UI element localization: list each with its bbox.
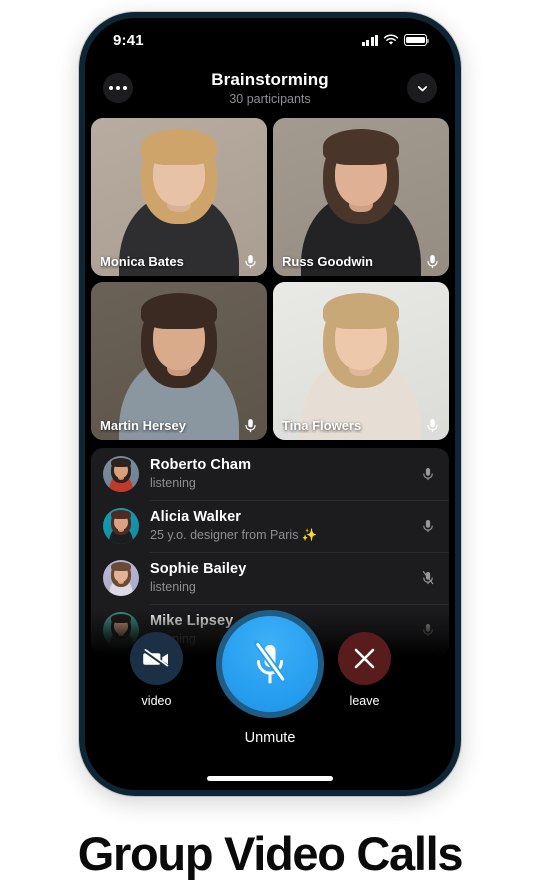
participant-row[interactable]: Roberto Cham listening xyxy=(91,448,449,500)
more-options-button[interactable] xyxy=(103,73,133,103)
leave-button-circle xyxy=(338,632,391,685)
video-tile-name: Monica Bates xyxy=(100,254,184,269)
avatar-roberto-cham xyxy=(103,456,139,492)
collapse-button[interactable] xyxy=(407,73,437,103)
screenshot-root: 9:41 Brainstorming 30 participants Monic… xyxy=(0,0,540,896)
video-tile-image xyxy=(91,118,267,276)
microphone-icon xyxy=(427,255,438,269)
cellular-signal-icon xyxy=(361,34,378,46)
participant-name: Roberto Cham xyxy=(150,457,252,473)
video-tile[interactable]: Martin Hersey xyxy=(91,282,267,440)
leave-button[interactable]: leave xyxy=(338,632,391,708)
microphone-icon xyxy=(245,255,256,269)
chevron-down-icon xyxy=(417,85,427,91)
microphone-icon xyxy=(423,468,433,481)
avatar-alicia-walker xyxy=(103,508,139,544)
participant-status: listening xyxy=(150,476,196,490)
video-toggle-circle xyxy=(130,632,183,685)
microphone-icon xyxy=(423,520,433,533)
wifi-icon xyxy=(383,34,399,45)
microphone-icon xyxy=(245,419,256,433)
mute-button-ring xyxy=(216,610,324,718)
video-toggle-button[interactable]: video xyxy=(130,632,183,708)
video-tile[interactable]: Monica Bates xyxy=(91,118,267,276)
phone-screen: 9:41 Brainstorming 30 participants Monic… xyxy=(85,18,455,790)
video-tile[interactable]: Russ Goodwin xyxy=(273,118,449,276)
participant-text: Sophie Bailey listening xyxy=(150,561,421,595)
participant-count: 30 participants xyxy=(229,91,311,106)
video-tile-name: Tina Flowers xyxy=(282,418,362,433)
mute-button-wrap: Unmute xyxy=(216,610,324,746)
participant-name: Alicia Walker xyxy=(150,509,242,525)
header-titles: Brainstorming 30 participants xyxy=(133,70,407,107)
avatar-sophie-bailey xyxy=(103,560,139,596)
call-header: Brainstorming 30 participants xyxy=(85,64,455,112)
participant-row[interactable]: Alicia Walker 25 y.o. designer from Paris… xyxy=(91,500,449,552)
battery-full-icon xyxy=(404,34,430,46)
marketing-caption: Group Video Calls xyxy=(77,827,464,880)
video-tile-image xyxy=(273,282,449,440)
participant-name: Sophie Bailey xyxy=(150,561,247,577)
microphone-muted-icon xyxy=(253,640,288,684)
video-tile-image xyxy=(273,118,449,276)
participant-status: listening xyxy=(150,580,196,594)
participant-text: Roberto Cham listening xyxy=(150,457,421,491)
more-options-icon xyxy=(109,86,127,90)
status-bar: 9:41 xyxy=(85,18,455,62)
mute-button-label: Unmute xyxy=(244,730,296,746)
participant-status: 25 y.o. designer from Paris ✨ xyxy=(150,528,318,542)
video-off-icon xyxy=(143,648,170,669)
mute-button[interactable] xyxy=(222,616,318,712)
video-tile-image xyxy=(91,282,267,440)
status-time: 9:41 xyxy=(113,31,144,49)
participant-row[interactable]: Sophie Bailey listening xyxy=(91,552,449,604)
video-tile-name: Martin Hersey xyxy=(100,418,186,433)
video-toggle-label: video xyxy=(141,694,172,708)
call-controls: video Unmute leave xyxy=(85,610,455,746)
leave-button-label: leave xyxy=(349,694,380,708)
microphone-muted-icon xyxy=(422,571,434,585)
video-tile-name: Russ Goodwin xyxy=(282,254,373,269)
home-indicator[interactable] xyxy=(207,776,333,781)
status-icons xyxy=(361,34,430,46)
microphone-icon xyxy=(427,419,438,433)
video-tile[interactable]: Tina Flowers xyxy=(273,282,449,440)
participant-text: Alicia Walker 25 y.o. designer from Paris… xyxy=(150,509,421,543)
page-title: Brainstorming xyxy=(211,69,329,89)
video-grid: Monica Bates Russ Goodwin Martin Hersey … xyxy=(91,118,449,440)
close-x-icon xyxy=(354,648,375,669)
